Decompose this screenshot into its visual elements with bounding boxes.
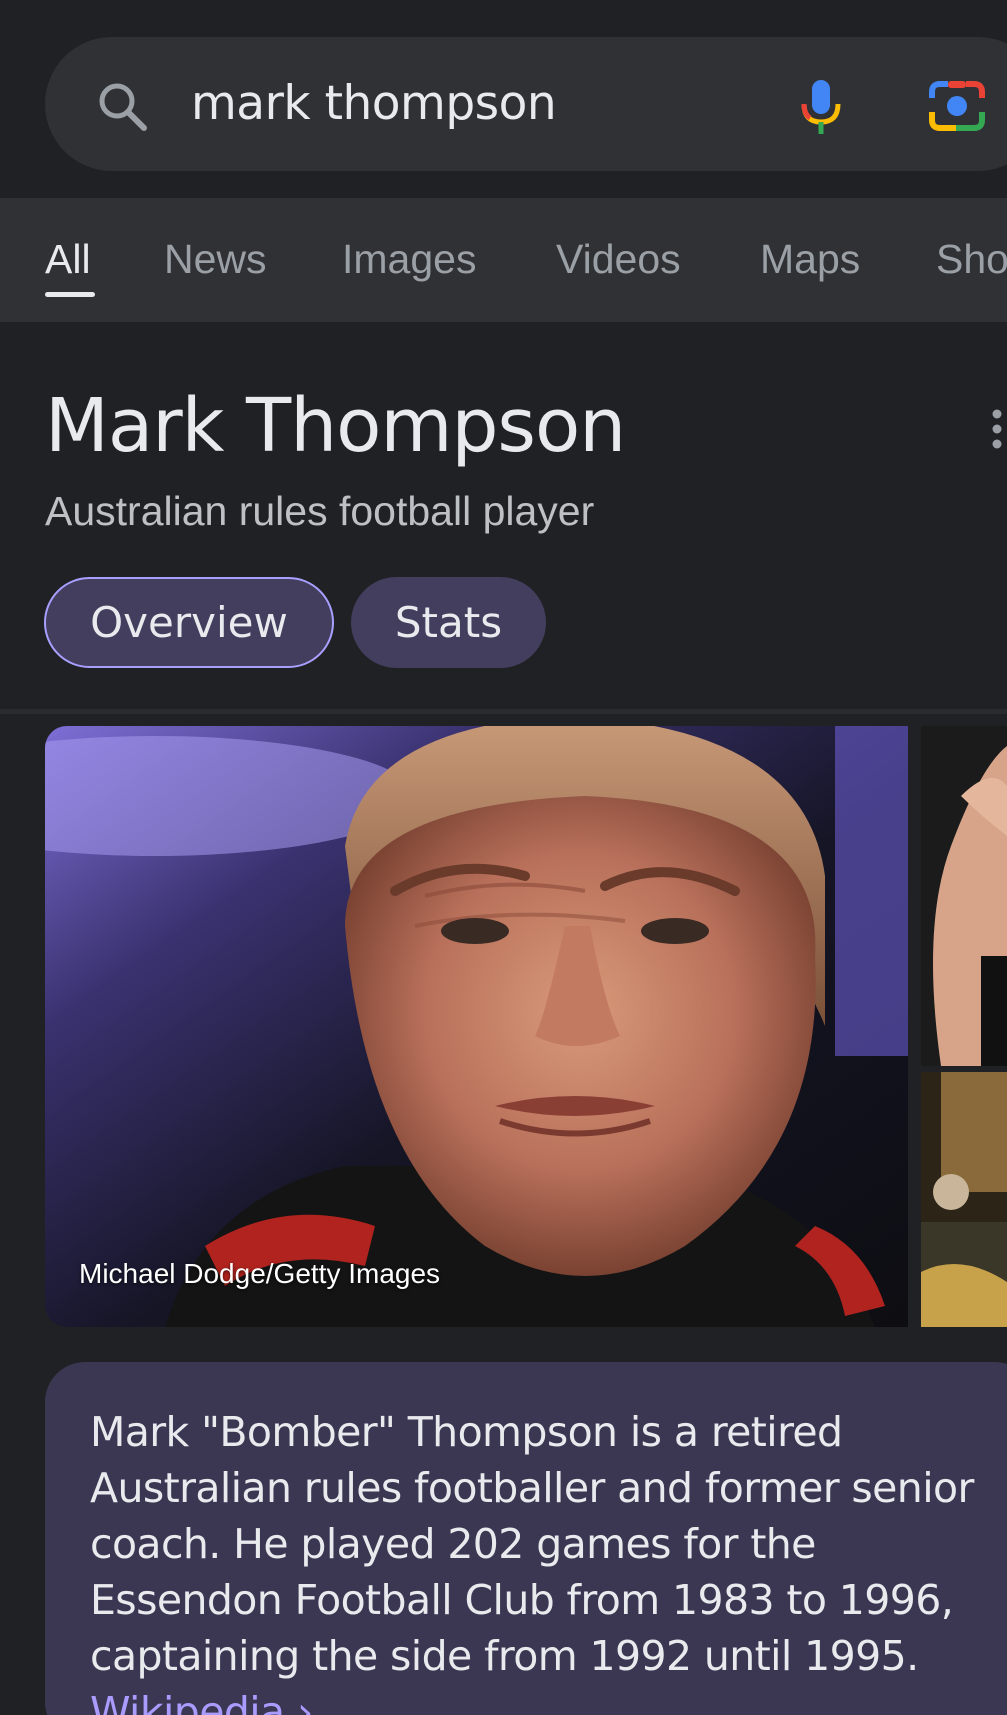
side-photo-top[interactable] (921, 726, 1007, 1066)
chip-overview[interactable]: Overview (44, 577, 334, 668)
tab-maps[interactable]: Maps (760, 236, 860, 283)
photo-credit: Michael Dodge/Getty Images (79, 1258, 441, 1289)
knowledge-panel-subtitle: Australian rules football player (45, 488, 595, 534)
search-input[interactable]: mark thompson (191, 76, 557, 131)
wikipedia-link[interactable]: Wikipedia › (90, 1688, 313, 1715)
microphone-icon[interactable] (800, 78, 842, 136)
tab-all[interactable]: All (45, 236, 91, 283)
camera-lens-icon[interactable] (928, 78, 986, 134)
active-tab-indicator (45, 292, 95, 297)
section-divider (0, 709, 1007, 714)
side-photo-top-illustration (921, 726, 1007, 1066)
tab-images[interactable]: Images (342, 236, 476, 283)
tab-news[interactable]: News (164, 236, 267, 283)
search-icon[interactable] (96, 80, 148, 132)
side-photo-bottom-illustration (921, 1072, 1007, 1327)
description-body: Mark "Bomber" Thompson is a retired Aust… (90, 1408, 974, 1680)
more-options-icon[interactable] (990, 408, 1004, 450)
description-text: Mark "Bomber" Thompson is a retired Aust… (90, 1404, 995, 1715)
knowledge-panel-title: Mark Thompson (45, 383, 626, 469)
side-photo-bottom[interactable] (921, 1072, 1007, 1327)
portrait-illustration (45, 726, 908, 1327)
chip-stats[interactable]: Stats (351, 577, 546, 668)
tab-shopping[interactable]: Sho (936, 236, 1007, 283)
main-photo[interactable] (45, 726, 908, 1327)
tab-videos[interactable]: Videos (556, 236, 681, 283)
